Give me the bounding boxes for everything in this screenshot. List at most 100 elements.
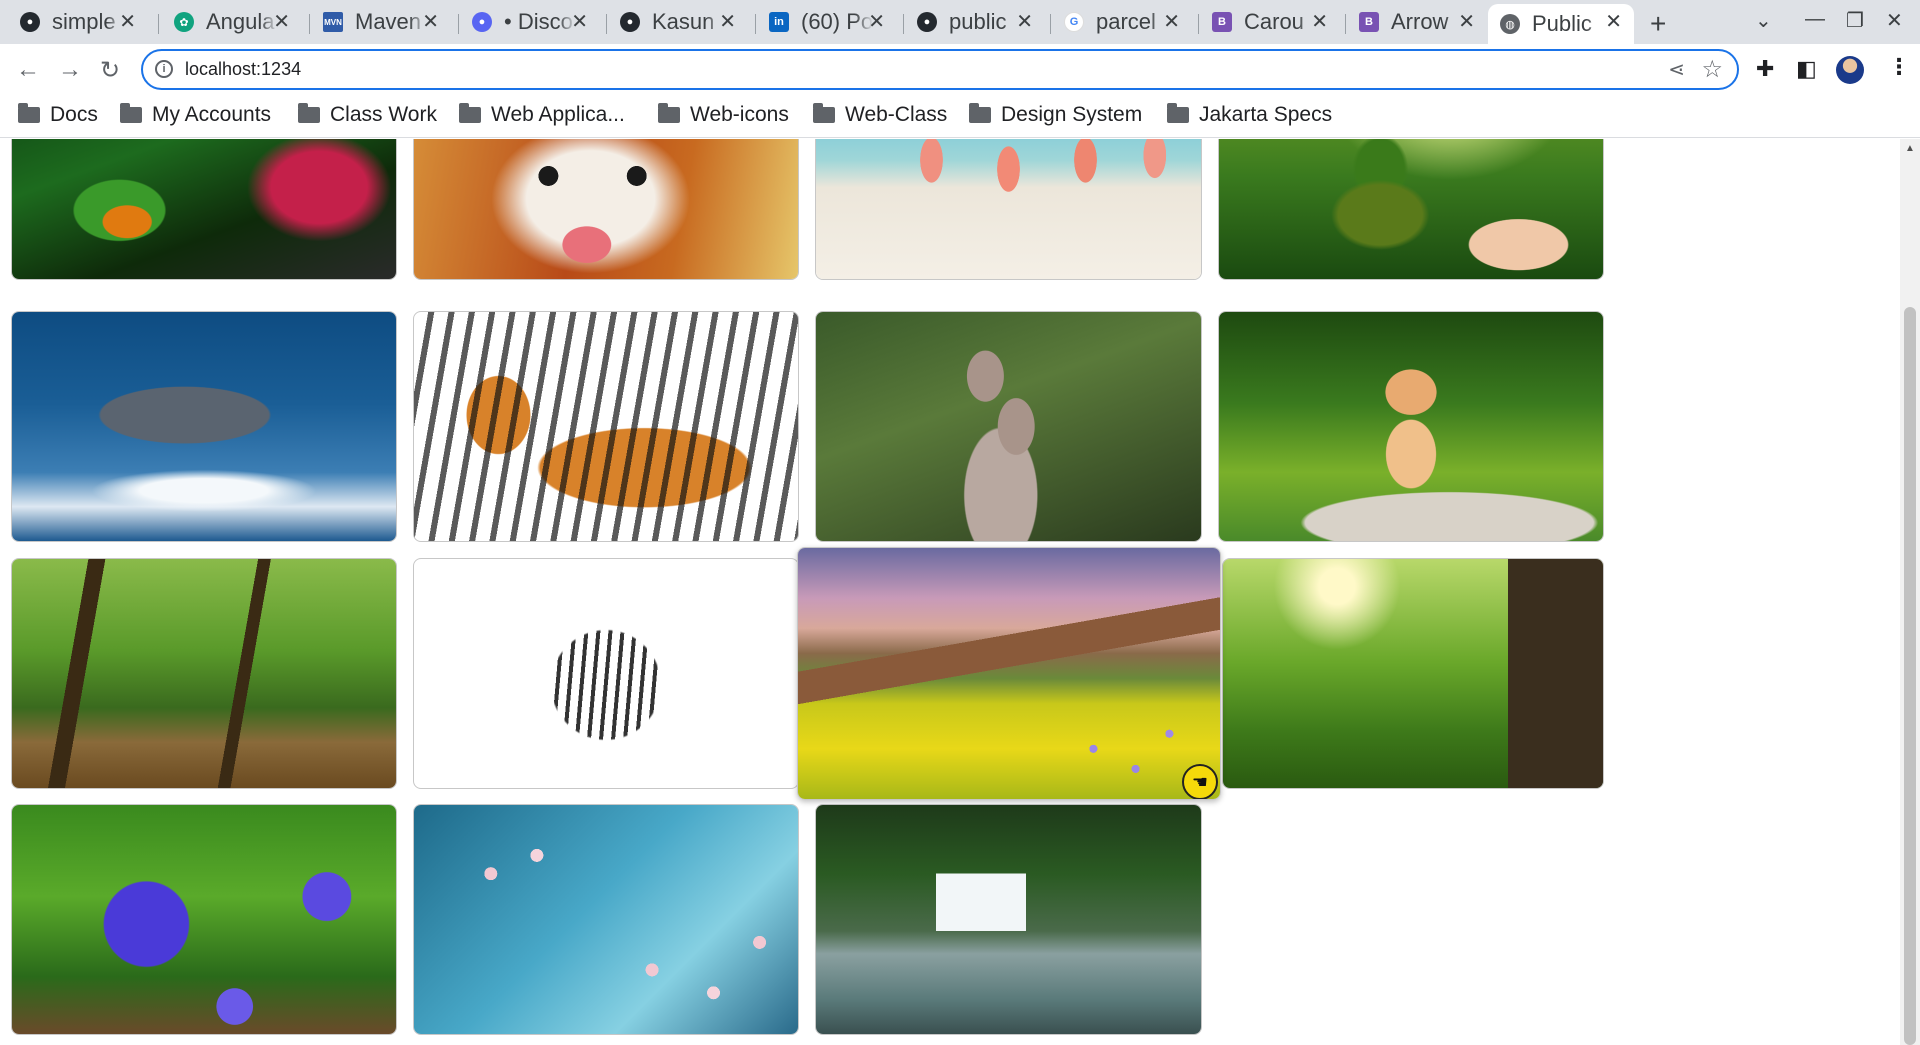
close-icon[interactable]: ✕ — [273, 11, 290, 33]
bookmark-my-accounts[interactable]: My Accounts — [120, 103, 271, 127]
tab-title: simple — [52, 9, 116, 34]
folder-icon — [459, 103, 481, 123]
photo-flamingos[interactable] — [815, 139, 1202, 280]
close-icon[interactable]: ✕ — [1311, 11, 1328, 33]
bookmark-label: Web-icons — [690, 103, 789, 126]
bookmark-label: Design System — [1001, 103, 1143, 126]
tab-linkedin[interactable]: in (60) Po ✕ — [757, 4, 897, 40]
avatar[interactable] — [1836, 56, 1864, 84]
address-bar[interactable]: i localhost:1234 ⋖ ☆ — [141, 49, 1739, 90]
new-tab-button[interactable]: + — [1650, 8, 1666, 40]
folder-icon — [120, 103, 142, 123]
bookmark-class-work[interactable]: Class Work — [298, 103, 437, 127]
bookmark-label: Docs — [50, 103, 98, 126]
github-icon: ● — [917, 12, 937, 32]
reload-icon[interactable]: ↻ — [100, 56, 120, 85]
site-info-icon[interactable]: i — [155, 60, 173, 78]
photo-tiger[interactable] — [413, 311, 799, 542]
photo-kitten[interactable] — [1218, 311, 1604, 542]
photo-hand-tree[interactable] — [1218, 139, 1604, 280]
tab-title: parcel — [1096, 9, 1156, 34]
close-icon[interactable]: ✕ — [1016, 11, 1033, 33]
tab-title: Maven — [355, 9, 422, 34]
tab-title: (60) Po — [801, 9, 873, 34]
bookmark-design-system[interactable]: Design System — [969, 103, 1142, 127]
folder-icon — [969, 103, 991, 123]
gallery-viewport: ☚ — [0, 139, 1900, 1045]
linkedin-icon: in — [769, 12, 789, 32]
folder-icon — [658, 103, 680, 123]
back-icon[interactable]: ← — [16, 56, 40, 84]
photo-red-panda[interactable] — [413, 139, 799, 280]
tab-carousel[interactable]: B Carou ✕ — [1200, 4, 1340, 40]
tab-title: • Disco — [504, 9, 573, 34]
window-close-icon[interactable]: ✕ — [1886, 8, 1903, 33]
tab-angular[interactable]: ✿ Angula ✕ — [162, 4, 302, 40]
folder-icon — [298, 103, 320, 123]
menu-icon[interactable]: ⋮ — [1888, 54, 1910, 80]
github-icon: ● — [20, 12, 40, 32]
tab-search-icon[interactable]: ⌄ — [1755, 8, 1772, 33]
close-icon[interactable]: ✕ — [1458, 11, 1475, 33]
hand-cursor-icon: ☚ — [1182, 764, 1218, 799]
bookmark-web-applica[interactable]: Web Applica... — [459, 103, 625, 127]
tab-title: Arrow — [1391, 9, 1449, 34]
share-icon[interactable]: ⋖ — [1668, 57, 1685, 82]
photo-frog[interactable] — [11, 139, 397, 280]
close-icon[interactable]: ✕ — [719, 11, 736, 33]
tab-public-github[interactable]: ● public ✕ — [905, 4, 1045, 40]
tab-public-active[interactable]: ◍ Public ✕ — [1488, 4, 1634, 44]
photo-sunlit-meadow[interactable] — [1222, 558, 1604, 789]
folder-icon — [1167, 103, 1189, 123]
photo-mountain-meadow[interactable]: ☚ — [797, 547, 1221, 800]
close-icon[interactable]: ✕ — [868, 11, 885, 33]
scroll-thumb[interactable] — [1904, 307, 1916, 1045]
tab-kasun[interactable]: ● Kasun ✕ — [608, 4, 748, 40]
side-panel-icon[interactable]: ◧ — [1796, 56, 1817, 82]
bookmark-jakarta-specs[interactable]: Jakarta Specs — [1167, 103, 1332, 127]
photo-waterfall[interactable] — [815, 804, 1202, 1035]
close-icon[interactable]: ✕ — [1163, 11, 1180, 33]
bookmark-web-class[interactable]: Web-Class — [813, 103, 947, 127]
bookmark-web-icons[interactable]: Web-icons — [658, 103, 789, 127]
bookmark-label: My Accounts — [152, 103, 272, 126]
maven-icon: MVN — [323, 12, 343, 32]
tab-title: public — [949, 9, 1007, 34]
tab-title: Kasun — [652, 9, 715, 34]
tab-strip: ● simple ✕ ✿ Angula ✕ MVN Maven ✕ ● • Di… — [0, 0, 1920, 44]
tab-simple[interactable]: ● simple ✕ — [8, 4, 148, 40]
close-icon[interactable]: ✕ — [119, 11, 136, 33]
bookmark-label: Class Work — [330, 103, 437, 126]
photo-dolphin[interactable] — [11, 311, 397, 542]
photo-cherry-blossom[interactable] — [413, 804, 799, 1035]
tab-parcel[interactable]: G parcel ✕ — [1052, 4, 1192, 40]
close-icon[interactable]: ✕ — [571, 11, 588, 33]
tab-title: Public — [1532, 11, 1592, 36]
tab-maven[interactable]: MVN Maven ✕ — [311, 4, 451, 40]
browser-toolbar: ← → ↻ i localhost:1234 ⋖ ☆ ✚ ◧ ⋮ — [0, 44, 1920, 96]
photo-balloon-flower[interactable] — [11, 804, 397, 1035]
folder-icon — [18, 103, 40, 123]
page-scrollbar[interactable]: ▲ — [1900, 139, 1920, 1045]
close-icon[interactable]: ✕ — [422, 11, 439, 33]
tab-title: Carou — [1244, 9, 1304, 34]
minimize-icon[interactable]: — — [1805, 8, 1825, 31]
bookmark-star-icon[interactable]: ☆ — [1701, 55, 1723, 84]
tab-discord[interactable]: ● • Disco ✕ — [460, 4, 600, 40]
folder-icon — [813, 103, 835, 123]
forward-icon[interactable]: → — [58, 56, 82, 84]
photo-zebra[interactable] — [413, 558, 799, 789]
close-icon[interactable]: ✕ — [1605, 11, 1622, 33]
bookmark-label: Web Applica... — [491, 103, 625, 126]
tab-arrow[interactable]: B Arrow ✕ — [1347, 4, 1487, 40]
github-icon: ● — [620, 12, 640, 32]
extensions-icon[interactable]: ✚ — [1756, 56, 1774, 82]
photo-forest-trees[interactable] — [11, 558, 397, 789]
restore-icon[interactable]: ❐ — [1846, 8, 1864, 33]
tab-title: Angula — [206, 9, 275, 34]
bookmark-docs[interactable]: Docs — [18, 103, 98, 127]
url-text[interactable]: localhost:1234 — [185, 59, 301, 80]
photo-meerkats[interactable] — [815, 311, 1202, 542]
globe-icon: ◍ — [1500, 14, 1520, 34]
scroll-up-arrow-icon[interactable]: ▲ — [1905, 143, 1915, 154]
